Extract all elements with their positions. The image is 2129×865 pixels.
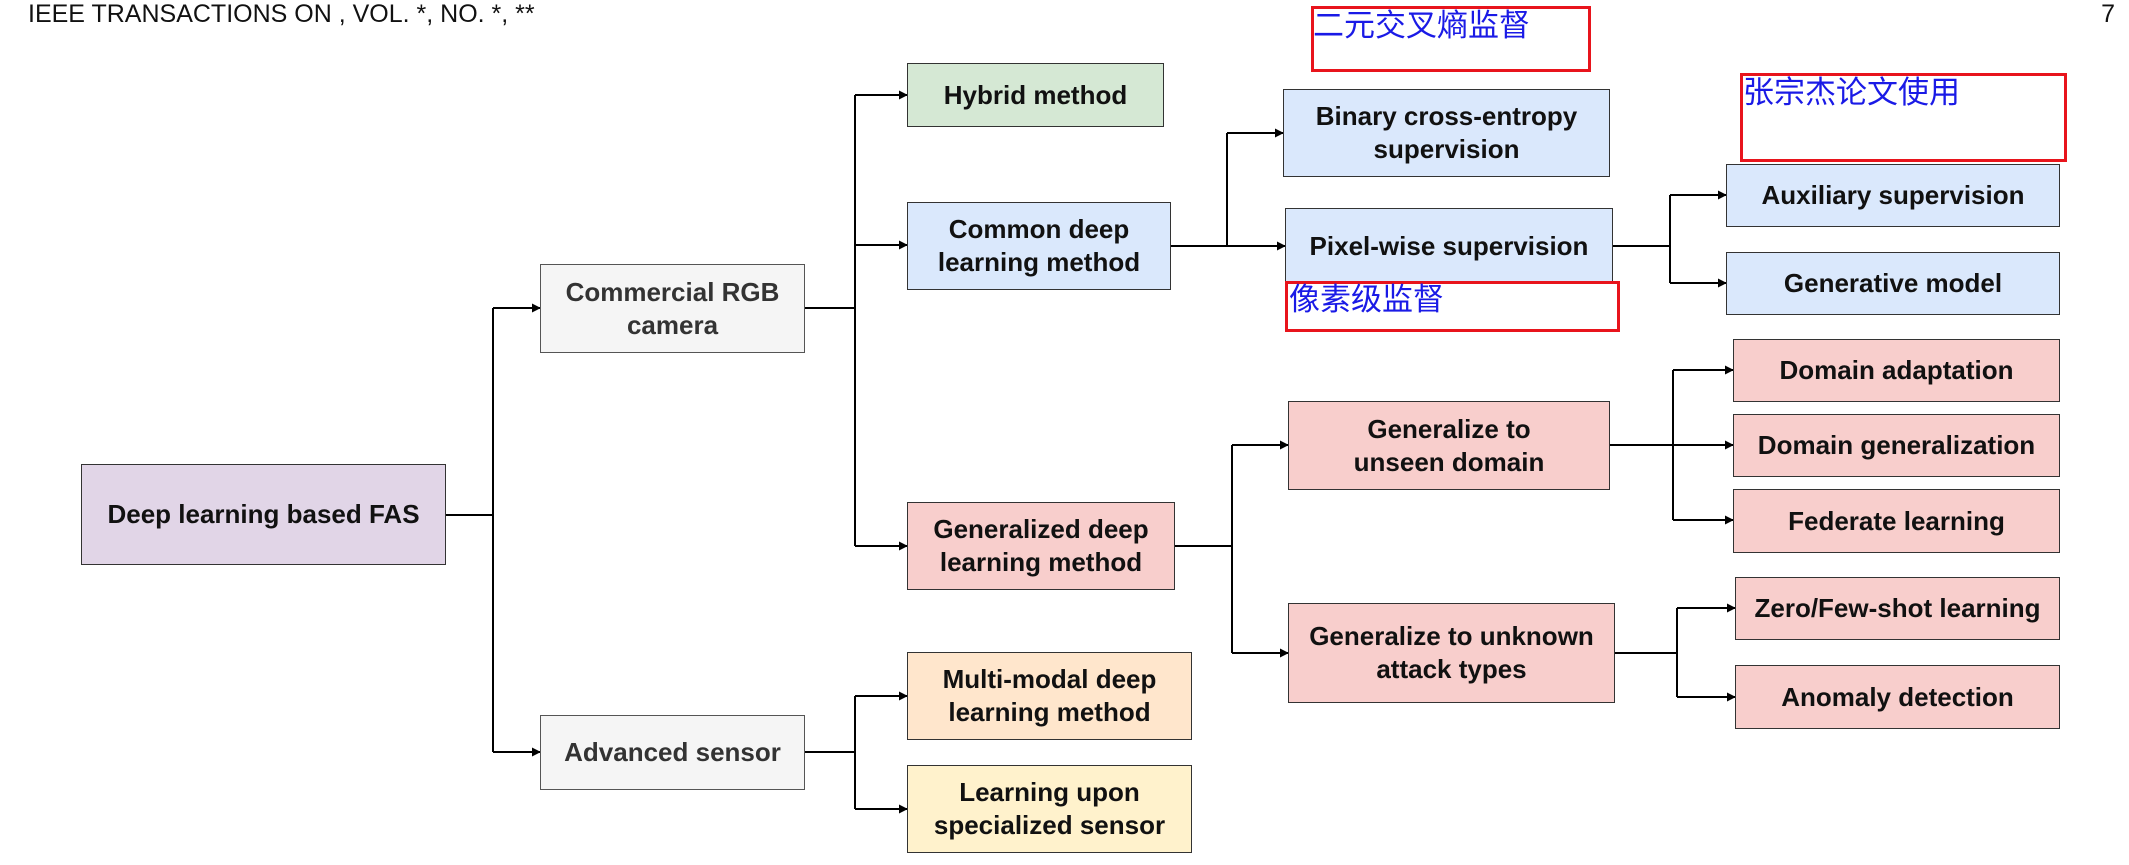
- node-pixel-wise-supervision: Pixel-wise supervision: [1285, 208, 1613, 284]
- node-advanced-sensor: Advanced sensor: [540, 715, 805, 790]
- node-federate-learning: Federate learning: [1733, 489, 2060, 553]
- annotation-binary-ce-cn: 二元交叉熵监督: [1313, 8, 1530, 44]
- node-binary-cross-entropy: Binary cross-entropy supervision: [1283, 89, 1610, 177]
- node-zero-few-shot: Zero/Few-shot learning: [1735, 577, 2060, 640]
- node-hybrid-method: Hybrid method: [907, 63, 1164, 127]
- node-deep-learning-fas: Deep learning based FAS: [81, 464, 446, 565]
- node-multimodal-deep-learning: Multi-modal deep learning method: [907, 652, 1192, 740]
- node-auxiliary-supervision: Auxiliary supervision: [1726, 164, 2060, 227]
- node-unseen-domain: Generalize to unseen domain: [1288, 401, 1610, 490]
- node-unknown-attack-types: Generalize to unknown attack types: [1288, 603, 1615, 703]
- annotation-usage-note-cn: 张宗杰论文使用: [1743, 75, 1960, 111]
- node-specialized-sensor: Learning upon specialized sensor: [907, 765, 1192, 853]
- node-commercial-rgb-camera: Commercial RGB camera: [540, 264, 805, 353]
- node-generalized-deep-learning: Generalized deep learning method: [907, 502, 1175, 590]
- annotation-pixel-wise-cn: 像素级监督: [1289, 282, 1444, 318]
- node-domain-adaptation: Domain adaptation: [1733, 339, 2060, 402]
- node-domain-generalization: Domain generalization: [1733, 414, 2060, 477]
- node-generative-model: Generative model: [1726, 252, 2060, 315]
- node-anomaly-detection: Anomaly detection: [1735, 665, 2060, 729]
- node-common-deep-learning: Common deep learning method: [907, 202, 1171, 290]
